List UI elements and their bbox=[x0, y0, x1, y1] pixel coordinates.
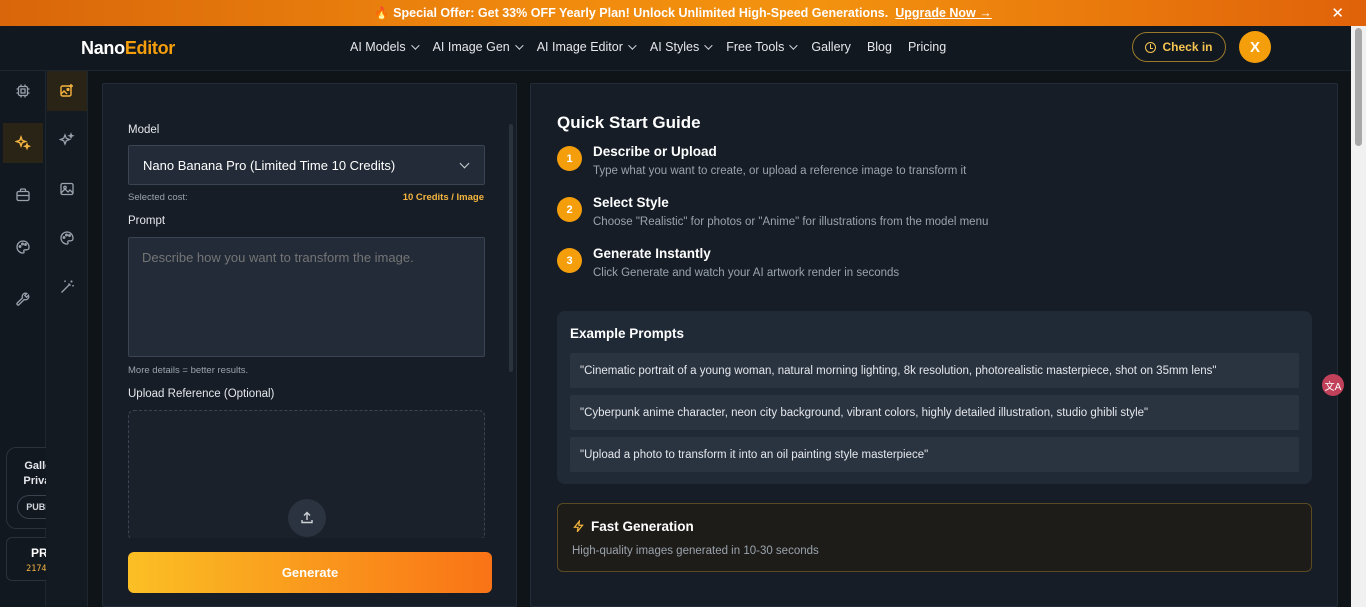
step-title: Select Style bbox=[593, 195, 669, 210]
briefcase-icon[interactable] bbox=[3, 175, 43, 215]
fast-generation-title-row: Fast Generation bbox=[572, 519, 694, 534]
model-select-value: Nano Banana Pro (Limited Time 10 Credits… bbox=[143, 157, 396, 173]
fast-generation-card: Fast Generation High-quality images gene… bbox=[557, 503, 1312, 572]
example-prompt[interactable]: "Upload a photo to transform it into an … bbox=[570, 437, 1299, 472]
selected-cost-label: Selected cost: bbox=[128, 192, 188, 203]
logo-editor: Editor bbox=[124, 38, 176, 58]
check-in-label: Check in bbox=[1162, 40, 1213, 54]
examples-title: Example Prompts bbox=[570, 326, 685, 341]
magic-wand-icon[interactable] bbox=[47, 267, 87, 307]
nav-label: Pricing bbox=[907, 40, 947, 54]
selected-cost-value: 10 Credits / Image bbox=[402, 192, 484, 203]
step-desc: Click Generate and watch your AI artwork… bbox=[593, 267, 900, 279]
step-number: 3 bbox=[557, 248, 582, 273]
top-nav: NanoEditor AI Models AI Image Gen AI Ima… bbox=[0, 26, 1351, 71]
promo-banner: 🔥 Special Offer: Get 33% OFF Yearly Plan… bbox=[0, 0, 1366, 26]
chevron-down-icon bbox=[410, 41, 420, 50]
avatar[interactable]: X bbox=[1239, 31, 1271, 63]
example-prompt[interactable]: "Cyberpunk anime character, neon city ba… bbox=[570, 395, 1299, 430]
nav-label: Free Tools bbox=[726, 40, 785, 54]
chevron-down-icon bbox=[628, 41, 637, 50]
sparkle-icon[interactable] bbox=[47, 120, 87, 160]
chevron-down-icon bbox=[514, 41, 524, 50]
chevron-down-icon bbox=[704, 41, 713, 50]
nav-ai-models[interactable]: AI Models bbox=[350, 40, 420, 54]
sparkles-icon[interactable] bbox=[3, 123, 43, 163]
scrollbar-thumb[interactable] bbox=[1355, 28, 1362, 146]
lightning-icon bbox=[573, 520, 584, 533]
promo-text: Special Offer: Get 33% OFF Yearly Plan! … bbox=[393, 6, 889, 20]
image-edit-icon[interactable] bbox=[47, 71, 87, 111]
chevron-down-icon bbox=[459, 158, 470, 169]
nav-label: AI Styles bbox=[649, 40, 700, 54]
main-menu: AI Models AI Image Gen AI Image Editor A… bbox=[350, 40, 962, 54]
fast-generation-title: Fast Generation bbox=[591, 519, 694, 534]
step-number: 2 bbox=[557, 197, 582, 222]
check-in-button[interactable]: Check in bbox=[1132, 32, 1226, 62]
page-scrollbar[interactable] bbox=[1351, 26, 1366, 607]
nav-ai-image-gen[interactable]: AI Image Gen bbox=[432, 40, 524, 54]
example-prompts: Example Prompts "Cinematic portrait of a… bbox=[557, 311, 1312, 484]
image-icon[interactable] bbox=[47, 169, 87, 209]
palette-icon[interactable] bbox=[3, 227, 43, 267]
example-prompt[interactable]: "Cinematic portrait of a young woman, na… bbox=[570, 353, 1299, 388]
logo-nano: Nano bbox=[81, 38, 125, 58]
panel-scrollbar[interactable] bbox=[509, 124, 513, 372]
sidebar-secondary bbox=[46, 71, 88, 607]
generate-button[interactable]: Generate bbox=[128, 552, 492, 593]
prompt-hint: More details = better results. bbox=[128, 365, 249, 376]
fast-generation-desc: High-quality images generated in 10-30 s… bbox=[572, 545, 819, 557]
step-desc: Choose "Realistic" for photos or "Anime"… bbox=[593, 216, 989, 228]
nav-label: Gallery bbox=[811, 40, 851, 54]
chevron-down-icon bbox=[789, 41, 799, 50]
nav-pricing[interactable]: Pricing bbox=[908, 40, 946, 54]
nav-ai-image-editor[interactable]: AI Image Editor bbox=[536, 40, 637, 54]
step-number: 1 bbox=[557, 146, 582, 171]
nav-label: AI Models bbox=[350, 40, 406, 54]
step-title: Describe or Upload bbox=[593, 144, 717, 159]
nav-label: Blog bbox=[866, 40, 892, 54]
clock-icon bbox=[1145, 41, 1157, 53]
logo[interactable]: NanoEditor bbox=[81, 38, 175, 59]
upload-icon[interactable] bbox=[288, 499, 326, 537]
upload-dropzone[interactable] bbox=[128, 410, 485, 540]
palette-icon[interactable] bbox=[47, 218, 87, 258]
guide-title: Quick Start Guide bbox=[557, 113, 701, 132]
step-title: Generate Instantly bbox=[593, 246, 711, 261]
nav-free-tools[interactable]: Free Tools bbox=[726, 40, 799, 54]
upload-label: Upload Reference (Optional) bbox=[128, 388, 275, 400]
translate-icon[interactable]: 文A bbox=[1322, 374, 1344, 396]
nav-ai-styles[interactable]: AI Styles bbox=[649, 40, 713, 54]
guide-panel: Quick Start Guide 1 Describe or Upload T… bbox=[530, 83, 1338, 607]
wrench-icon[interactable] bbox=[3, 279, 43, 319]
nav-blog[interactable]: Blog bbox=[867, 40, 892, 54]
step-desc: Type what you want to create, or upload … bbox=[593, 165, 967, 177]
sidebar-primary: Gallery Privacy PUBLIC PRO 2174 CR bbox=[0, 71, 82, 607]
fire-icon: 🔥 bbox=[374, 6, 390, 20]
nav-label: AI Image Gen bbox=[432, 40, 510, 54]
close-icon[interactable]: ✕ bbox=[1331, 4, 1344, 22]
prompt-input[interactable] bbox=[128, 237, 485, 357]
editor-panel: Model Nano Banana Pro (Limited Time 10 C… bbox=[102, 83, 517, 607]
upgrade-link[interactable]: Upgrade Now → bbox=[895, 6, 992, 20]
model-select[interactable]: Nano Banana Pro (Limited Time 10 Credits… bbox=[128, 145, 485, 185]
prompt-label: Prompt bbox=[128, 215, 166, 227]
nav-label: AI Image Editor bbox=[536, 40, 623, 54]
model-label: Model bbox=[128, 124, 160, 136]
chip-icon[interactable] bbox=[3, 71, 43, 111]
nav-gallery[interactable]: Gallery bbox=[811, 40, 851, 54]
